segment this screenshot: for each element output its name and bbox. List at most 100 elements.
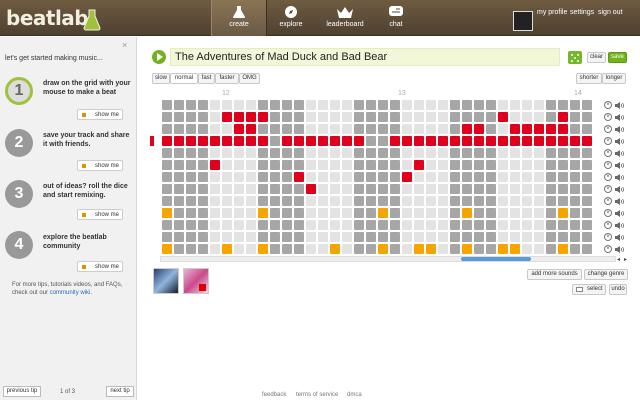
beat-cell[interactable]	[246, 220, 256, 230]
beat-cell[interactable]	[378, 244, 388, 254]
beat-cell[interactable]	[402, 220, 412, 230]
beat-cell[interactable]	[522, 208, 532, 218]
beat-cell[interactable]	[570, 148, 580, 158]
beat-cell[interactable]	[498, 172, 508, 182]
footer-terms-link[interactable]: terms of service	[296, 392, 338, 398]
beat-cell[interactable]	[438, 232, 448, 242]
beat-cell[interactable]	[258, 208, 268, 218]
show-me-button[interactable]: show me	[77, 160, 123, 171]
speaker-icon[interactable]	[615, 234, 625, 241]
beat-cell[interactable]	[210, 148, 220, 158]
beat-cell[interactable]	[534, 244, 544, 254]
beat-cell[interactable]	[258, 136, 268, 146]
beat-cell[interactable]	[546, 184, 556, 194]
beat-cell[interactable]	[570, 196, 580, 206]
beat-cell[interactable]	[210, 184, 220, 194]
speed-normal-button[interactable]: normal	[170, 73, 198, 84]
beat-cell[interactable]	[162, 148, 172, 158]
beat-cell[interactable]	[450, 112, 460, 122]
beat-cell[interactable]	[438, 172, 448, 182]
beat-cell[interactable]	[330, 112, 340, 122]
beat-cell[interactable]	[390, 244, 400, 254]
beat-cell[interactable]	[510, 184, 520, 194]
beat-cell[interactable]	[342, 172, 352, 182]
beat-cell[interactable]	[390, 172, 400, 182]
beat-cell[interactable]	[246, 148, 256, 158]
beat-cell[interactable]	[246, 100, 256, 110]
beat-cell[interactable]	[426, 220, 436, 230]
beat-cell[interactable]	[570, 112, 580, 122]
speaker-icon[interactable]	[615, 102, 625, 109]
beat-cell[interactable]	[414, 244, 424, 254]
beat-cell[interactable]	[318, 172, 328, 182]
beat-cell[interactable]	[558, 208, 568, 218]
clear-row-icon[interactable]: ×	[604, 221, 612, 229]
beat-cell[interactable]	[414, 208, 424, 218]
beat-cell[interactable]	[546, 124, 556, 134]
beat-cell[interactable]	[354, 220, 364, 230]
beat-cell[interactable]	[414, 160, 424, 170]
play-button[interactable]	[152, 50, 166, 64]
next-tip-button[interactable]: next tip	[106, 386, 134, 397]
beat-cell[interactable]	[474, 172, 484, 182]
beat-cell[interactable]	[558, 232, 568, 242]
add-more-sounds-button[interactable]: add more sounds	[527, 269, 582, 280]
beat-cell[interactable]	[534, 232, 544, 242]
beat-cell[interactable]	[306, 124, 316, 134]
beat-cell[interactable]	[342, 124, 352, 134]
beat-cell[interactable]	[342, 220, 352, 230]
beat-cell[interactable]	[210, 196, 220, 206]
beat-cell[interactable]	[174, 100, 184, 110]
beat-cell[interactable]	[186, 148, 196, 158]
beat-cell[interactable]	[498, 232, 508, 242]
beat-cell[interactable]	[450, 124, 460, 134]
beat-cell[interactable]	[402, 160, 412, 170]
beat-cell[interactable]	[486, 244, 496, 254]
beat-cell[interactable]	[246, 184, 256, 194]
nav-leaderboard[interactable]: leaderboard	[315, 0, 375, 36]
collaborator-avatar[interactable]	[153, 268, 179, 294]
beat-cell[interactable]	[462, 220, 472, 230]
beat-cell[interactable]	[462, 208, 472, 218]
beat-cell[interactable]	[402, 244, 412, 254]
beat-cell[interactable]	[414, 124, 424, 134]
beat-cell[interactable]	[186, 100, 196, 110]
beat-cell[interactable]	[462, 160, 472, 170]
beat-cell[interactable]	[198, 232, 208, 242]
beat-cell[interactable]	[462, 232, 472, 242]
beat-cell[interactable]	[198, 112, 208, 122]
beat-cell[interactable]	[570, 184, 580, 194]
beat-cell[interactable]	[198, 196, 208, 206]
beat-cell[interactable]	[306, 172, 316, 182]
beat-cell[interactable]	[426, 160, 436, 170]
beat-cell[interactable]	[522, 148, 532, 158]
beat-cell[interactable]	[174, 160, 184, 170]
beat-cell[interactable]	[426, 208, 436, 218]
beat-cell[interactable]	[246, 232, 256, 242]
beat-cell[interactable]	[270, 136, 280, 146]
beat-cell[interactable]	[318, 124, 328, 134]
beat-cell[interactable]	[294, 136, 304, 146]
beat-cell[interactable]	[546, 148, 556, 158]
beat-cell[interactable]	[366, 184, 376, 194]
save-button[interactable]: save	[608, 52, 627, 63]
beat-cell[interactable]	[378, 136, 388, 146]
previous-tip-button[interactable]: previous tip	[3, 386, 41, 397]
beat-cell[interactable]	[174, 112, 184, 122]
beat-cell[interactable]	[426, 184, 436, 194]
beat-cell[interactable]	[426, 136, 436, 146]
beat-cell[interactable]	[486, 136, 496, 146]
beat-cell[interactable]	[366, 100, 376, 110]
beat-cell[interactable]	[474, 112, 484, 122]
beat-cell[interactable]	[402, 112, 412, 122]
beat-cell[interactable]	[510, 112, 520, 122]
beat-cell[interactable]	[270, 148, 280, 158]
beat-cell[interactable]	[282, 208, 292, 218]
beat-cell[interactable]	[342, 232, 352, 242]
beat-cell[interactable]	[270, 196, 280, 206]
beat-cell[interactable]	[582, 172, 592, 182]
beat-cell[interactable]	[342, 112, 352, 122]
beat-cell[interactable]	[270, 208, 280, 218]
beat-cell[interactable]	[378, 220, 388, 230]
beat-cell[interactable]	[570, 160, 580, 170]
